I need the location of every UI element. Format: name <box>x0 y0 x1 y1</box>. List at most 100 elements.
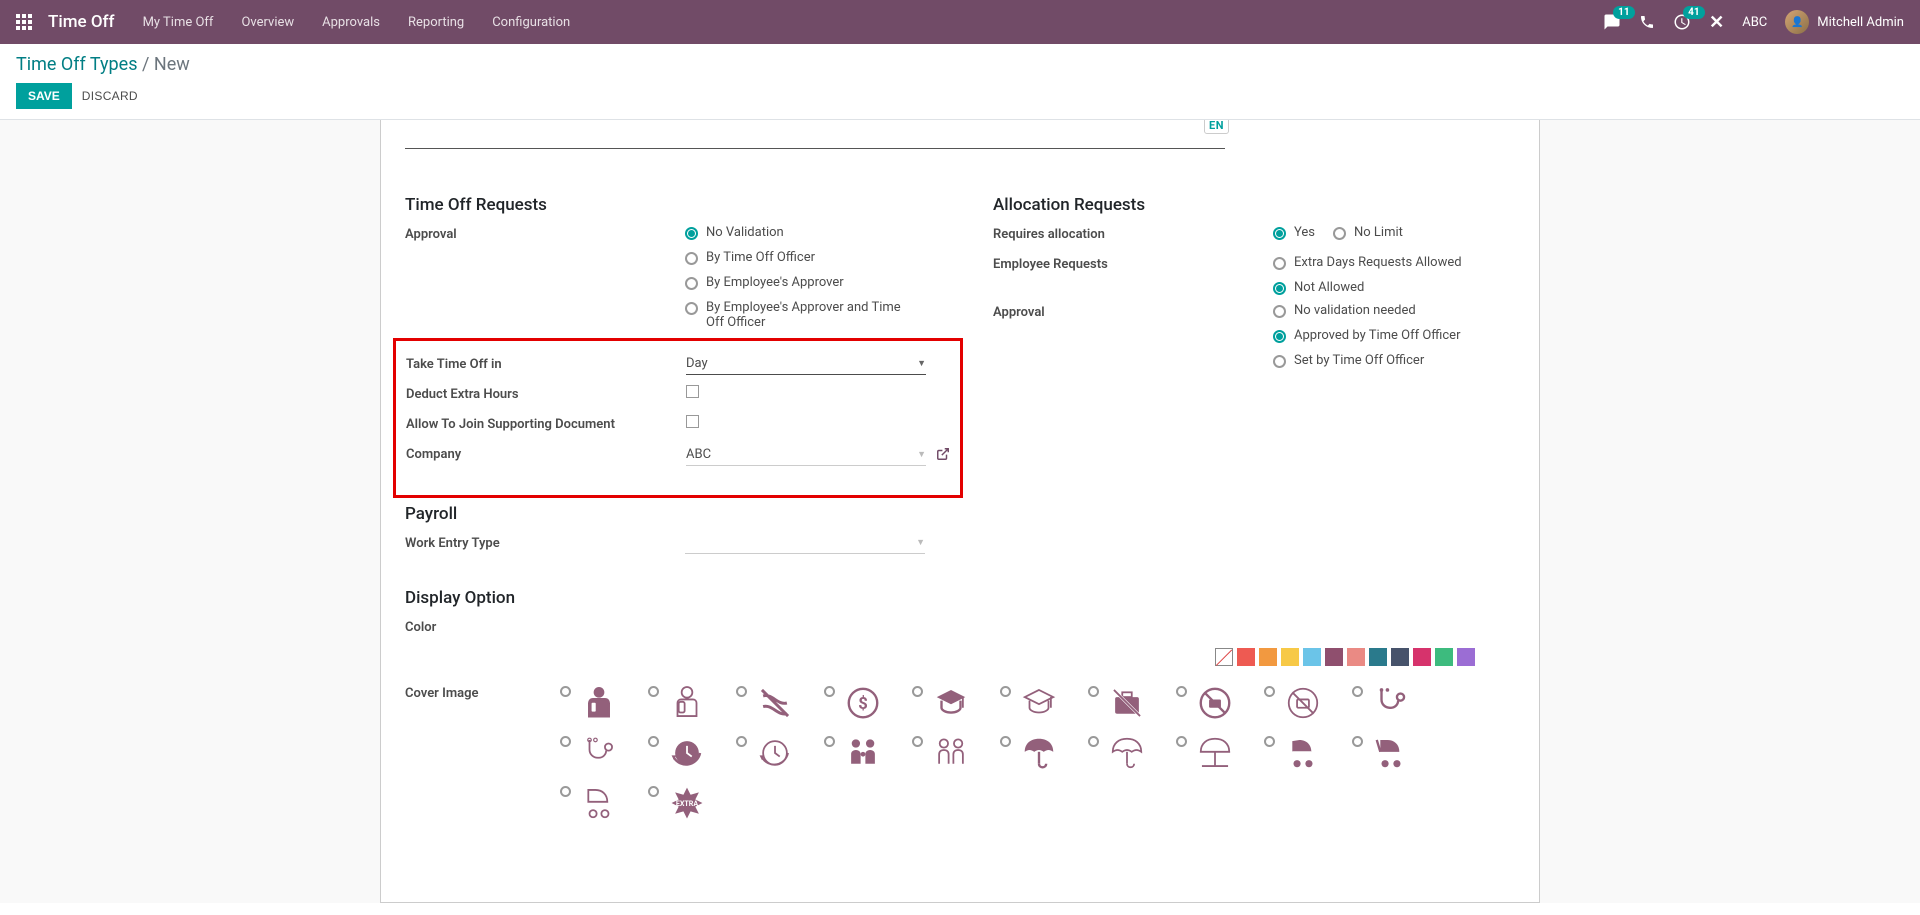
unit-select[interactable]: Day▼ <box>686 355 926 375</box>
color-swatch[interactable] <box>1347 648 1365 666</box>
umbrella-beach-icon <box>1193 734 1237 772</box>
work-entry-select[interactable]: ▼ <box>685 534 925 554</box>
cover-radio[interactable] <box>912 736 923 747</box>
radio-approved-officer[interactable] <box>1273 330 1286 343</box>
save-button[interactable]: SAVE <box>16 83 72 109</box>
deduct-checkbox[interactable] <box>686 385 699 398</box>
label-company: Company <box>406 445 686 467</box>
dollar-circle-icon: $ <box>841 684 885 722</box>
nav-reporting[interactable]: Reporting <box>408 15 464 30</box>
discard-button[interactable]: DISCARD <box>82 89 138 103</box>
nav-configuration[interactable]: Configuration <box>492 15 570 30</box>
form-sheet: EN Time Off Requests Approval No Validat… <box>380 120 1540 903</box>
cover-radio[interactable] <box>560 736 571 747</box>
extra-burst-icon: EXTRA <box>665 784 709 822</box>
color-swatch[interactable] <box>1325 648 1343 666</box>
color-swatch[interactable] <box>1391 648 1409 666</box>
radio-no-validation-needed[interactable] <box>1273 305 1286 318</box>
cover-radio[interactable] <box>648 786 659 797</box>
color-swatch[interactable] <box>1413 648 1431 666</box>
cover-radio[interactable] <box>1264 686 1275 697</box>
activities-icon[interactable]: 41 <box>1673 13 1691 31</box>
cover-radio[interactable] <box>1088 736 1099 747</box>
external-link-icon[interactable] <box>936 447 950 465</box>
cover-radio[interactable] <box>824 736 835 747</box>
cover-radio[interactable] <box>1264 736 1275 747</box>
cover-radio[interactable] <box>1088 686 1099 697</box>
caret-down-icon: ▼ <box>917 358 926 369</box>
color-palette <box>1215 648 1475 666</box>
breadcrumb-root[interactable]: Time Off Types <box>16 54 138 75</box>
clock-rotate-outline-icon <box>753 734 797 772</box>
umbrella-outline-icon <box>1105 734 1149 772</box>
color-swatch[interactable] <box>1303 648 1321 666</box>
username: Mitchell Admin <box>1817 15 1904 30</box>
radio-yes[interactable] <box>1273 227 1286 240</box>
radio-nolimit[interactable] <box>1333 227 1346 240</box>
graduation-outline-icon <box>1017 684 1061 722</box>
label-cover: Cover Image <box>405 684 560 701</box>
cover-radio[interactable] <box>648 736 659 747</box>
radio-officer[interactable] <box>685 252 698 265</box>
right-column: Allocation Requests Requires allocation … <box>993 177 1515 564</box>
cover-radio[interactable] <box>736 736 747 747</box>
cover-radio[interactable] <box>648 686 659 697</box>
section-requests: Time Off Requests <box>405 195 953 215</box>
clock-rotate-icon <box>665 734 709 772</box>
stroller-outline-icon <box>577 784 621 822</box>
radio-no-validation[interactable] <box>685 227 698 240</box>
cover-radio[interactable] <box>736 686 747 697</box>
company-switcher[interactable]: ABC <box>1742 15 1767 30</box>
user-menu[interactable]: 👤 Mitchell Admin <box>1785 10 1904 34</box>
nav-approvals[interactable]: Approvals <box>322 15 380 30</box>
nav-my-time-off[interactable]: My Time Off <box>143 15 214 30</box>
nav-overview[interactable]: Overview <box>241 15 294 30</box>
cover-radio[interactable] <box>1176 736 1187 747</box>
cover-radio[interactable] <box>1352 686 1363 697</box>
phone-icon[interactable] <box>1639 14 1655 30</box>
close-icon[interactable]: ✕ <box>1709 12 1724 33</box>
injured-arm-icon <box>577 684 621 722</box>
cover-radio[interactable] <box>560 686 571 697</box>
color-swatch[interactable] <box>1369 648 1387 666</box>
support-checkbox[interactable] <box>686 415 699 428</box>
color-swatch[interactable] <box>1259 648 1277 666</box>
color-swatch[interactable] <box>1281 648 1299 666</box>
family-outline-icon <box>929 734 973 772</box>
messages-icon[interactable]: 11 <box>1603 13 1621 31</box>
color-none[interactable] <box>1215 648 1233 666</box>
cover-radio[interactable] <box>560 786 571 797</box>
lang-pill[interactable]: EN <box>1204 120 1229 134</box>
company-select[interactable]: ABC▼ <box>686 446 926 466</box>
svg-text:$: $ <box>858 695 868 714</box>
family-icon <box>841 734 885 772</box>
cover-radio[interactable] <box>1352 736 1363 747</box>
radio-approver[interactable] <box>685 277 698 290</box>
cover-radio[interactable] <box>1176 686 1187 697</box>
color-swatch[interactable] <box>1457 648 1475 666</box>
color-swatch[interactable] <box>1435 648 1453 666</box>
radio-extra-days[interactable] <box>1273 257 1286 270</box>
color-swatch[interactable] <box>1237 648 1255 666</box>
apps-icon[interactable] <box>16 14 32 30</box>
umbrella-icon <box>1017 734 1061 772</box>
label-deduct: Deduct Extra Hours <box>406 385 686 407</box>
nav-right: 11 41 ✕ ABC 👤 Mitchell Admin <box>1603 10 1904 34</box>
title-input-line[interactable] <box>405 148 1225 149</box>
no-money-icon <box>753 684 797 722</box>
radio-set-officer[interactable] <box>1273 355 1286 368</box>
form-scroll[interactable]: EN Time Off Requests Approval No Validat… <box>0 120 1920 903</box>
cover-image-grid: $ EXTRA <box>560 684 1440 822</box>
no-briefcase-icon <box>1105 684 1149 722</box>
radio-not-allowed[interactable] <box>1273 282 1286 295</box>
cover-radio[interactable] <box>912 686 923 697</box>
breadcrumb-leaf: New <box>154 54 190 75</box>
app-title[interactable]: Time Off <box>48 12 115 32</box>
cover-radio[interactable] <box>1000 686 1011 697</box>
activities-badge: 41 <box>1683 6 1704 19</box>
stethoscope-icon <box>1369 684 1413 722</box>
label-alloc-approval: Approval <box>993 303 1273 320</box>
radio-both[interactable] <box>685 302 698 315</box>
cover-radio[interactable] <box>1000 736 1011 747</box>
cover-radio[interactable] <box>824 686 835 697</box>
